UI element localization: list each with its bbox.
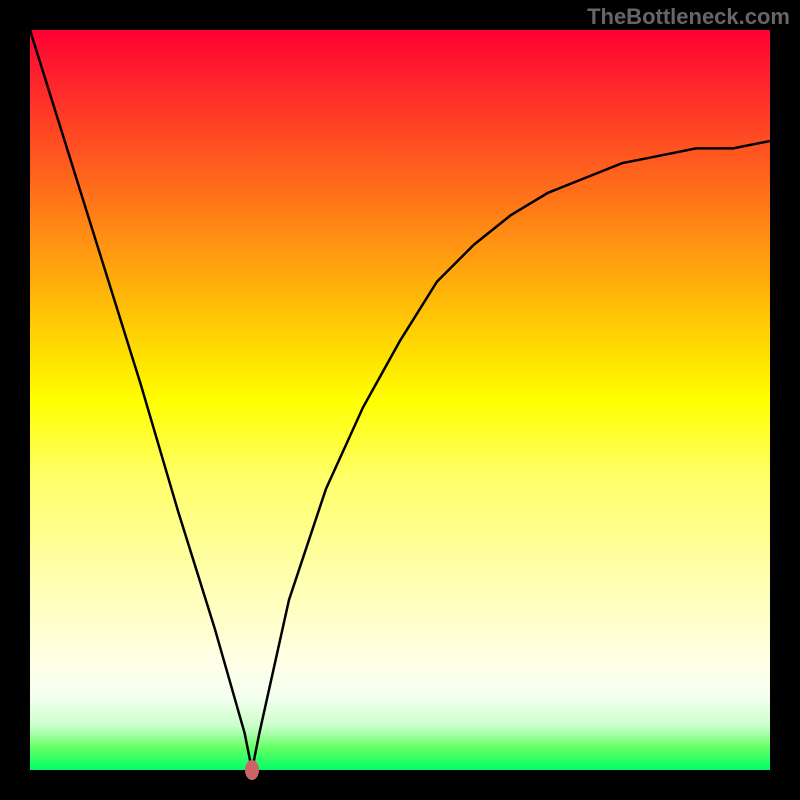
chart-curve [30, 30, 770, 770]
watermark-text: TheBottleneck.com [587, 4, 790, 30]
chart-marker-dot [245, 760, 259, 780]
